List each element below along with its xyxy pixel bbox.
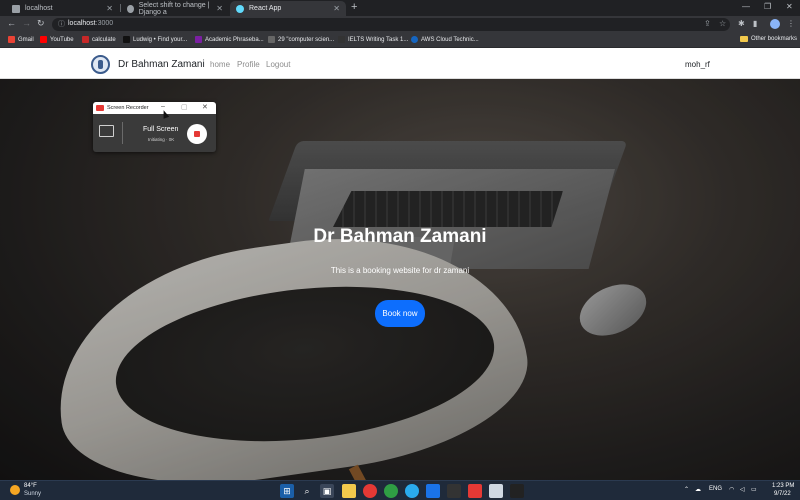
tab-title: localhost	[25, 5, 53, 12]
telegram-icon[interactable]	[405, 484, 419, 498]
tab-react-app[interactable]: React App ✕	[230, 1, 346, 16]
language-indicator[interactable]: ENG	[709, 486, 722, 492]
wifi-icon[interactable]: ◠	[729, 486, 734, 493]
recorder-logo-icon	[96, 105, 104, 111]
site-navbar: Dr Bahman Zamani home Profile Logout moh…	[0, 48, 800, 79]
close-icon[interactable]: ✕	[106, 4, 113, 13]
bookmark-ielts[interactable]: IELTS Writing Task 1...	[338, 36, 408, 43]
file-explorer-icon[interactable]	[342, 484, 356, 498]
brand-name[interactable]: Dr Bahman Zamani	[118, 59, 205, 70]
extensions-icon[interactable]: ✱	[738, 19, 745, 28]
search-icon[interactable]: ⌕	[300, 484, 314, 498]
calculator-icon	[82, 36, 89, 43]
forward-icon[interactable]: →	[22, 18, 31, 28]
bookmark-computer-science[interactable]: 29 "computer scien...	[268, 36, 334, 43]
recording-status: Initiating · 0K	[148, 137, 175, 142]
folder-icon	[740, 36, 748, 42]
sun-icon[interactable]	[10, 485, 20, 495]
book-now-button[interactable]: Book now	[375, 300, 425, 327]
hero-subtitle: This is a booking website for dr zamani	[330, 266, 470, 275]
start-icon[interactable]: ⊞	[280, 484, 294, 498]
bookmark-calculate[interactable]: calculate	[82, 36, 116, 43]
tab-django[interactable]: Select shift to change | Django a ✕	[121, 1, 229, 16]
bookmark-star-icon[interactable]: ☆	[719, 19, 726, 28]
recording-mode: Full Screen	[143, 126, 179, 133]
hero-title: Dr Bahman Zamani	[313, 226, 487, 247]
ludwig-icon	[123, 36, 130, 43]
back-icon[interactable]: ←	[7, 18, 16, 28]
share-icon[interactable]: ⇪	[704, 19, 711, 28]
clock-date[interactable]: 9/7/22	[774, 491, 791, 497]
youtube-icon	[40, 36, 47, 43]
info-icon[interactable]: ⓘ	[58, 19, 65, 29]
maximize-icon[interactable]: ▢	[181, 103, 188, 111]
chrome-icon[interactable]	[363, 484, 377, 498]
close-icon[interactable]: ✕	[216, 4, 223, 13]
bookmark-youtube[interactable]: YouTube	[40, 36, 74, 43]
close-icon[interactable]: ✕	[333, 4, 340, 13]
terminal-icon[interactable]	[447, 484, 461, 498]
aws-icon	[411, 36, 418, 43]
screen-icon[interactable]	[99, 125, 114, 137]
profile-avatar[interactable]	[770, 19, 780, 29]
react-icon	[236, 4, 244, 13]
github-icon[interactable]	[489, 484, 503, 498]
nav-home[interactable]: home	[210, 60, 230, 69]
recorder-title: Screen Recorder	[107, 105, 149, 111]
task-view-icon[interactable]: ▣	[320, 484, 334, 498]
brand-logo-icon[interactable]	[91, 55, 110, 74]
chevron-up-icon[interactable]: ⌃	[684, 486, 689, 493]
bookmark-aws[interactable]: AWS Cloud Technic...	[411, 36, 479, 43]
globe-icon	[127, 4, 134, 13]
ielts-icon	[338, 36, 345, 43]
battery-icon[interactable]: ▭	[751, 486, 757, 493]
menu-icon[interactable]: ⋮	[787, 19, 795, 28]
globe-icon	[12, 4, 20, 13]
console-icon[interactable]	[510, 484, 524, 498]
phrasebank-icon	[195, 36, 202, 43]
bookmarks-bar: Gmail YouTube calculate Ludwig • Find yo…	[0, 33, 800, 48]
other-bookmarks[interactable]: Other bookmarks	[740, 36, 797, 42]
tab-localhost[interactable]: localhost ✕	[6, 1, 119, 16]
weather-temp[interactable]: 84°F	[24, 483, 37, 489]
nav-logout[interactable]: Logout	[266, 60, 290, 69]
clock-time[interactable]: 1:23 PM	[772, 483, 794, 489]
new-tab-button[interactable]: +	[351, 1, 357, 13]
taskbar: 84°F Sunny ⊞ ⌕ ▣ ⌃ ☁ ENG ◠ ◁ ▭ 1:23 PM 9…	[0, 480, 800, 500]
close-window-icon[interactable]: ✕	[786, 2, 793, 11]
maximize-icon[interactable]: ❐	[764, 2, 771, 11]
username[interactable]: moh_rf	[685, 60, 710, 69]
bookmark-academic-phrasebank[interactable]: Academic Phraseba...	[195, 36, 264, 43]
vscode-icon[interactable]	[426, 484, 440, 498]
divider	[122, 122, 123, 144]
weather-desc[interactable]: Sunny	[24, 491, 41, 497]
minimize-icon[interactable]: —	[742, 2, 750, 11]
volume-icon[interactable]: ◁	[740, 486, 745, 493]
app-icon[interactable]	[384, 484, 398, 498]
side-panel-icon[interactable]: ▮	[753, 19, 757, 28]
address-bar[interactable]: ⓘ localhost:3000 ⇪ ☆	[52, 18, 730, 31]
recorder-titlebar[interactable]: Screen Recorder – ▢ ✕	[93, 102, 216, 114]
close-icon[interactable]: ✕	[202, 103, 208, 111]
tab-strip: localhost ✕ Select shift to change | Dja…	[0, 0, 800, 16]
bookmark-gmail[interactable]: Gmail	[8, 36, 34, 43]
toolbar: ← → ↻ ⓘ localhost:3000 ⇪ ☆ ✱ ▮ ⋮	[0, 16, 800, 33]
stop-recording-button[interactable]	[187, 124, 207, 144]
web-page: Dr Bahman Zamani home Profile Logout moh…	[0, 48, 800, 480]
reload-icon[interactable]: ↻	[37, 18, 45, 29]
page-icon	[268, 36, 275, 43]
nav-profile[interactable]: Profile	[237, 60, 260, 69]
bookmark-ludwig[interactable]: Ludwig • Find your...	[123, 36, 187, 43]
cloud-icon[interactable]: ☁	[695, 486, 701, 493]
gmail-icon	[8, 36, 15, 43]
tab-title: React App	[249, 5, 282, 12]
screen-recorder-widget: Screen Recorder – ▢ ✕ Full Screen Initia…	[93, 102, 216, 152]
screen-recorder-icon[interactable]	[468, 484, 482, 498]
url-text: localhost:3000	[68, 20, 114, 27]
tab-title: Select shift to change | Django a	[138, 1, 210, 16]
